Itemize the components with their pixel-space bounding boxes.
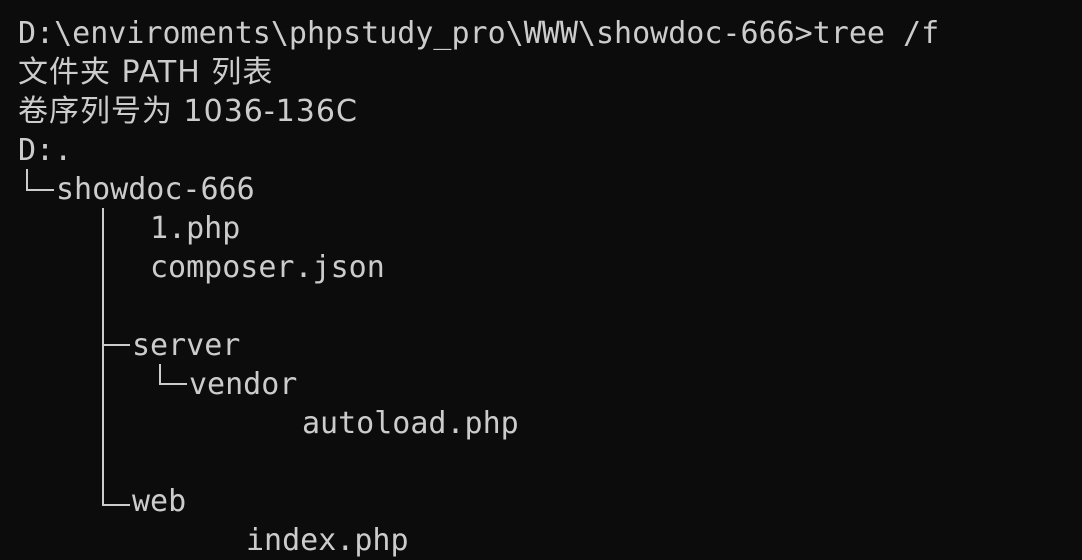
command-line: D:\enviroments\phpstudy_pro\WWW\showdoc-… bbox=[18, 16, 940, 51]
tree-folder-server: server bbox=[132, 328, 241, 363]
terminal-window[interactable]: D:\enviroments\phpstudy_pro\WWW\showdoc-… bbox=[0, 0, 1082, 560]
tree-folder-showdoc: showdoc-666 bbox=[56, 172, 255, 207]
tree-folder-web: web bbox=[132, 484, 187, 519]
tree-connector-root-horizontal bbox=[26, 189, 54, 191]
tree-file-1-php: 1.php bbox=[150, 211, 241, 246]
tree-connector-root-vertical bbox=[26, 169, 28, 190]
header-volume-serial: 卷序列号为 1036-136C bbox=[18, 94, 358, 129]
tree-file-index-php: index.php bbox=[246, 523, 409, 558]
header-folder-path-list: 文件夹 PATH 列表 bbox=[18, 55, 274, 90]
tree-connector-showdoc-vertical bbox=[102, 208, 104, 506]
tree-connector-server-vertical bbox=[159, 364, 161, 385]
root-drive: D:. bbox=[18, 133, 73, 168]
tree-connector-vendor-horizontal bbox=[159, 383, 187, 385]
tree-connector-web-horizontal bbox=[102, 504, 130, 506]
tree-connector-server-horizontal bbox=[102, 344, 130, 346]
tree-file-composer-json: composer.json bbox=[150, 250, 385, 285]
tree-folder-vendor: vendor bbox=[189, 367, 298, 402]
tree-file-autoload-php: autoload.php bbox=[302, 406, 519, 441]
